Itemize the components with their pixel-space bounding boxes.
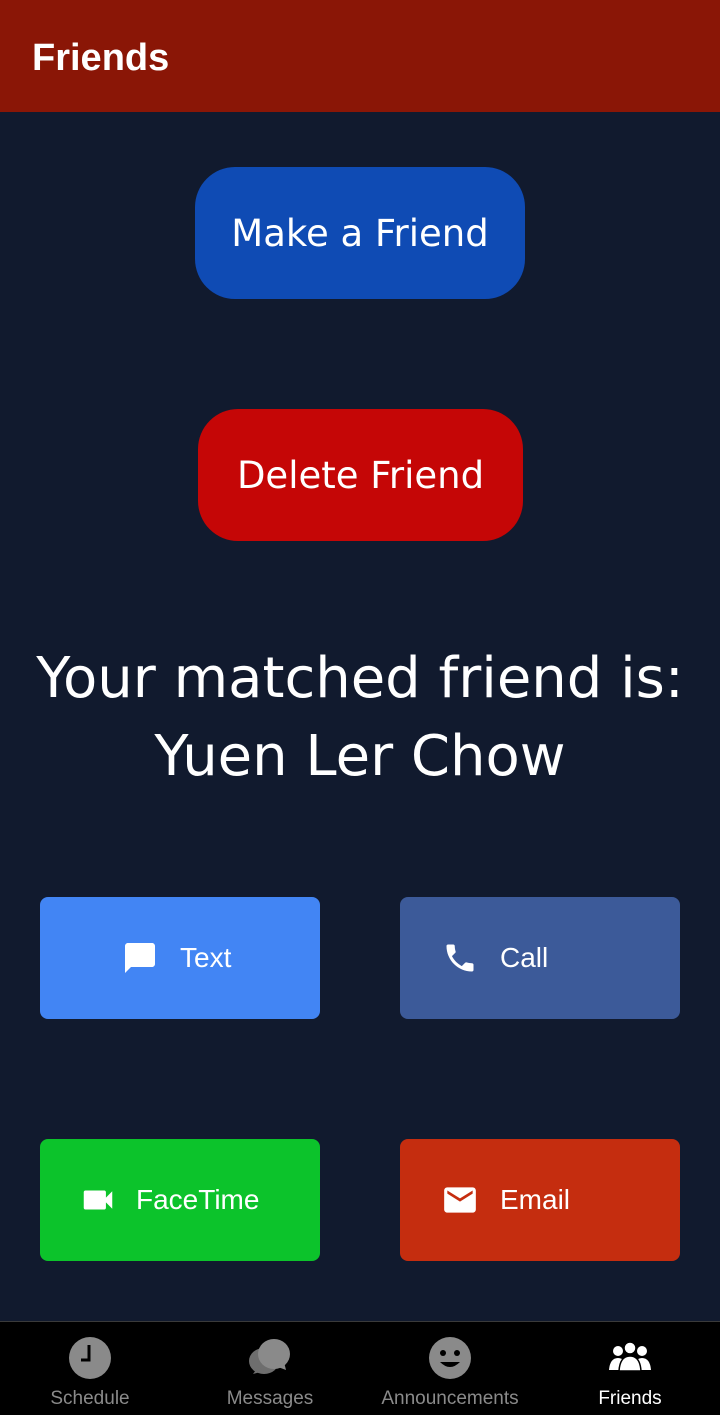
tab-messages[interactable]: Messages	[180, 1322, 360, 1415]
tab-announcements[interactable]: Announcements	[360, 1322, 540, 1415]
email-button-label: Email	[500, 1184, 571, 1215]
tab-schedule[interactable]: Schedule	[0, 1322, 180, 1415]
make-friend-button[interactable]: Make a Friend	[195, 167, 525, 299]
tab-announcements-label: Announcements	[381, 1388, 519, 1409]
video-camera-icon	[78, 1180, 118, 1220]
phone-icon	[440, 938, 480, 978]
tab-friends[interactable]: Friends	[540, 1322, 720, 1415]
delete-friend-button[interactable]: Delete Friend	[198, 409, 523, 541]
page-title: Friends	[32, 37, 170, 79]
smiley-icon	[428, 1336, 472, 1380]
matched-friend-prefix: Your matched friend is:	[36, 646, 684, 711]
call-button-label: Call	[500, 942, 549, 973]
matched-friend-name: Yuen Ler Chow	[154, 724, 566, 789]
mail-icon	[440, 1180, 480, 1220]
text-button-label: Text	[180, 942, 232, 973]
email-button[interactable]: Email	[400, 1139, 680, 1261]
bottom-tab-bar: Schedule Messages Announcements Friends	[0, 1321, 720, 1415]
friends-screen: Friends Make a Friend Delete Friend Your…	[0, 0, 720, 1415]
clock-icon	[68, 1336, 112, 1380]
matched-friend-text: Your matched friend is: Yuen Ler Chow	[0, 640, 720, 796]
facetime-button[interactable]: FaceTime	[40, 1139, 320, 1261]
tab-friends-label: Friends	[598, 1388, 662, 1409]
call-button[interactable]: Call	[400, 897, 680, 1019]
message-icon	[120, 938, 160, 978]
people-icon	[608, 1336, 652, 1380]
app-header: Friends	[0, 0, 720, 112]
tab-messages-label: Messages	[226, 1388, 314, 1409]
tab-schedule-label: Schedule	[50, 1388, 130, 1409]
facetime-button-label: FaceTime	[136, 1184, 260, 1215]
chat-bubbles-icon	[248, 1336, 292, 1380]
text-button[interactable]: Text	[40, 897, 320, 1019]
